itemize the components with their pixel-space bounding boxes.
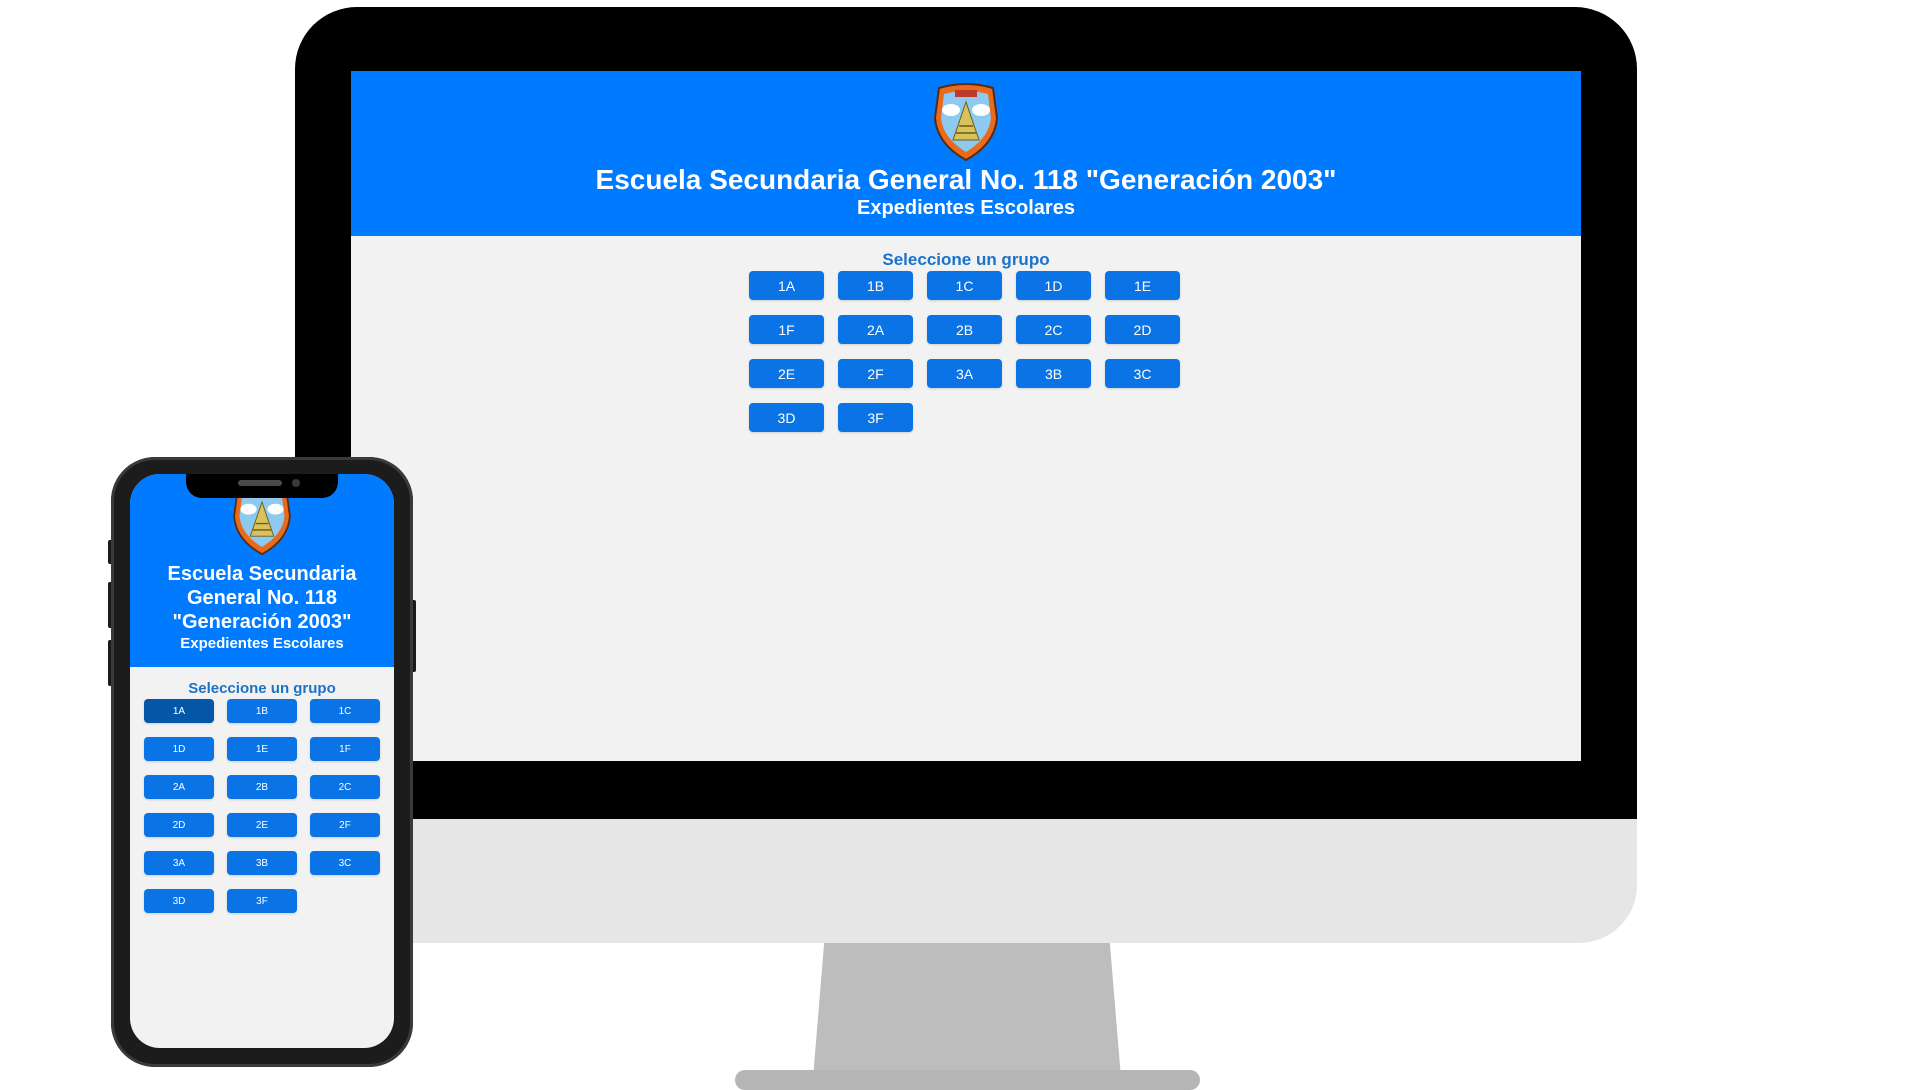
group-button-2d[interactable]: 2D <box>1105 315 1180 344</box>
desktop-screen: Escuela Secundaria General No. 118 "Gene… <box>351 71 1581 761</box>
mobile-screen: Escuela Secundaria General No. 118 "Gene… <box>130 474 394 1048</box>
group-button-3d[interactable]: 3D <box>749 403 824 432</box>
group-button-1e[interactable]: 1E <box>1105 271 1180 300</box>
mobile-group-button-2f[interactable]: 2F <box>310 813 380 837</box>
phone-camera-icon <box>292 479 300 487</box>
mobile-group-button-1e[interactable]: 1E <box>227 737 297 761</box>
group-button-1f[interactable]: 1F <box>749 315 824 344</box>
page-subtitle: Expedientes Escolares <box>857 197 1075 219</box>
mobile-group-button-1a[interactable]: 1A <box>144 699 214 723</box>
mobile-group-button-1d[interactable]: 1D <box>144 737 214 761</box>
mobile-title-line-2: General No. 118 <box>186 587 338 609</box>
mobile-page-subtitle: Expedientes Escolares <box>180 635 344 652</box>
phone-speaker <box>238 480 282 486</box>
mobile-group-button-2d[interactable]: 2D <box>144 813 214 837</box>
mobile-group-button-3b[interactable]: 3B <box>227 851 297 875</box>
mobile-group-button-2a[interactable]: 2A <box>144 775 214 799</box>
group-button-2c[interactable]: 2C <box>1016 315 1091 344</box>
phone-notch <box>186 474 338 498</box>
mobile-group-button-1c[interactable]: 1C <box>310 699 380 723</box>
group-button-2f[interactable]: 2F <box>838 359 913 388</box>
group-button-3c[interactable]: 3C <box>1105 359 1180 388</box>
group-button-3f[interactable]: 3F <box>838 403 913 432</box>
mobile-group-button-2b[interactable]: 2B <box>227 775 297 799</box>
page-title: Escuela Secundaria General No. 118 "Gene… <box>595 164 1337 195</box>
monitor-stand-base <box>735 1070 1200 1090</box>
group-button-3a[interactable]: 3A <box>927 359 1002 388</box>
mobile-title-line-1: Escuela Secundaria <box>167 563 357 585</box>
group-button-1d[interactable]: 1D <box>1016 271 1091 300</box>
group-button-1c[interactable]: 1C <box>927 271 1002 300</box>
school-crest-icon <box>933 83 999 162</box>
mobile-group-button-3a[interactable]: 3A <box>144 851 214 875</box>
group-button-2a[interactable]: 2A <box>838 315 913 344</box>
group-button-1b[interactable]: 1B <box>838 271 913 300</box>
mobile-group-button-2e[interactable]: 2E <box>227 813 297 837</box>
group-button-2b[interactable]: 2B <box>927 315 1002 344</box>
mobile-group-button-1f[interactable]: 1F <box>310 737 380 761</box>
mobile-group-button-1b[interactable]: 1B <box>227 699 297 723</box>
mobile-group-grid: 1A 1B 1C 1D 1E 1F 2A 2B 2C 2D 2E 2F 3A 3… <box>144 699 380 913</box>
group-select-label: Seleccione un grupo <box>882 250 1050 269</box>
desktop-group-grid: 1A 1B 1C 1D 1E 1F 2A 2B 2C 2D 2E 2F 3A 3… <box>749 271 1199 432</box>
mobile-group-button-2c[interactable]: 2C <box>310 775 380 799</box>
mobile-title-line-3: "Generación 2003" <box>172 611 352 633</box>
mobile-group-button-3f[interactable]: 3F <box>227 889 297 913</box>
monitor-stand <box>812 940 1122 1090</box>
mobile-group-select-label: Seleccione un grupo <box>188 680 336 697</box>
group-button-1a[interactable]: 1A <box>749 271 824 300</box>
mobile-page-title: Escuela Secundaria General No. 118 "Gene… <box>140 562 384 634</box>
mobile-group-button-3d[interactable]: 3D <box>144 889 214 913</box>
group-button-2e[interactable]: 2E <box>749 359 824 388</box>
mobile-group-button-3c[interactable]: 3C <box>310 851 380 875</box>
group-button-3b[interactable]: 3B <box>1016 359 1091 388</box>
